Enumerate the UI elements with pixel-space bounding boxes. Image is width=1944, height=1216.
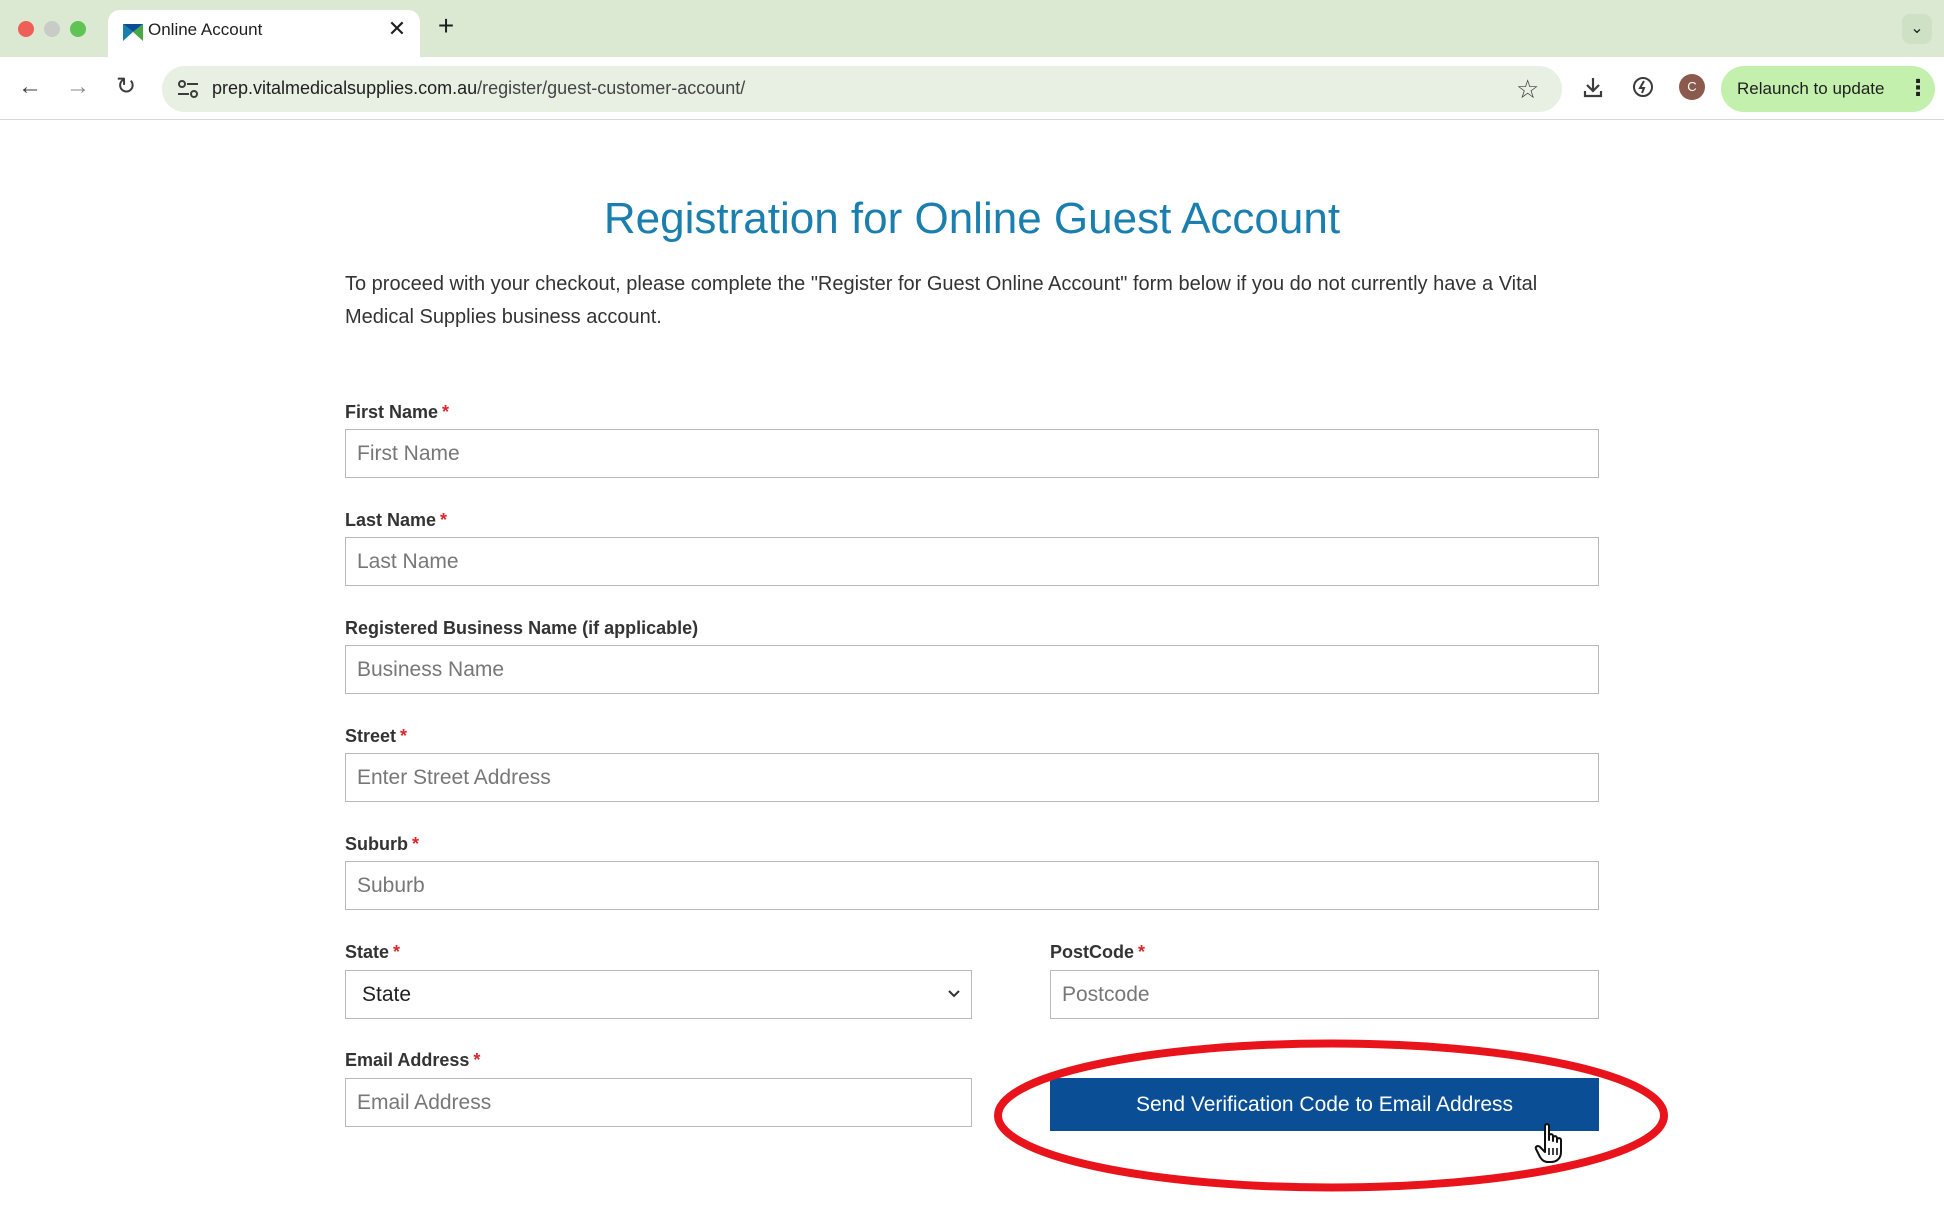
relaunch-label: Relaunch to update [1737,79,1885,98]
suburb-label-text: Suburb [345,834,408,854]
maximize-window-button[interactable] [70,21,86,37]
business-name-label-text: Registered Business Name (if applicable) [345,618,699,638]
email-label: Email Address * [345,1050,480,1071]
state-label: State * [345,942,400,963]
url-path: /register/guest-customer-account/ [477,78,746,98]
performance-icon[interactable] [1626,70,1660,104]
hand-pointer-icon [1534,1123,1562,1163]
first-name-input[interactable] [345,429,1599,478]
email-label-text: Email Address [345,1050,470,1070]
download-icon[interactable] [1576,70,1610,104]
url-text: prep.vitalmedicalsupplies.com.au/registe… [212,78,745,99]
chevron-down-icon [947,983,961,1010]
postcode-label-text: PostCode [1050,942,1135,962]
intro-text: To proceed with your checkout, please co… [345,273,1538,328]
required-marker: * [440,510,448,530]
highlight-ellipse-annotation [994,1039,1668,1192]
last-name-input[interactable] [345,537,1599,586]
street-label: Street * [345,726,407,747]
required-marker: * [1138,942,1146,962]
street-input[interactable] [345,753,1599,802]
street-label-text: Street [345,726,397,746]
address-bar[interactable]: prep.vitalmedicalsupplies.com.au/registe… [162,66,1562,112]
profile-avatar[interactable]: C [1679,74,1705,100]
tab-title: Online Account [148,20,263,39]
state-label-text: State [345,942,390,962]
state-select[interactable]: State [345,970,972,1019]
browser-tab-active[interactable]: Online Account ✕ [108,10,420,57]
bookmark-star-icon[interactable]: ☆ [1516,75,1539,103]
relaunch-update-button[interactable]: Relaunch to update ⋮ [1721,66,1935,112]
suburb-label: Suburb * [345,834,419,855]
close-window-button[interactable] [18,21,34,37]
page-title: Registration for Online Guest Account [603,194,1341,243]
email-input[interactable] [345,1078,972,1127]
forward-arrow-icon[interactable]: → [61,70,95,104]
tune-icon[interactable] [176,78,200,100]
vital-medical-logo-icon [123,24,143,41]
business-name-input[interactable] [345,645,1599,694]
first-name-label-text: First Name [345,402,439,422]
required-marker: * [442,402,450,422]
minimize-window-button[interactable] [44,21,60,37]
last-name-label: Last Name * [345,510,447,531]
browser-tabstrip: Online Account ✕ + ⌄ [0,0,1944,57]
required-marker: * [473,1050,481,1070]
last-name-label-text: Last Name [345,510,437,530]
state-select-value: State [362,983,412,1006]
postcode-input[interactable] [1050,970,1599,1019]
back-arrow-icon[interactable]: ← [13,70,47,104]
first-name-label: First Name * [345,402,449,423]
required-marker: * [393,942,401,962]
suburb-input[interactable] [345,861,1599,910]
browser-toolbar: ← → ↻ prep.vitalmedicalsupplies.com.au/r… [0,57,1944,120]
more-menu-icon[interactable]: ⋮ [1907,75,1929,101]
tab-search-chevron-icon[interactable]: ⌄ [1902,14,1932,44]
required-marker: * [412,834,420,854]
postcode-label: PostCode * [1050,942,1145,963]
business-name-label: Registered Business Name (if applicable) [345,618,698,639]
reload-icon[interactable]: ↻ [109,70,143,104]
new-tab-icon[interactable]: + [432,12,460,40]
url-host: prep.vitalmedicalsupplies.com.au [212,78,478,98]
required-marker: * [400,726,408,746]
tab-close-icon[interactable]: ✕ [384,16,410,42]
